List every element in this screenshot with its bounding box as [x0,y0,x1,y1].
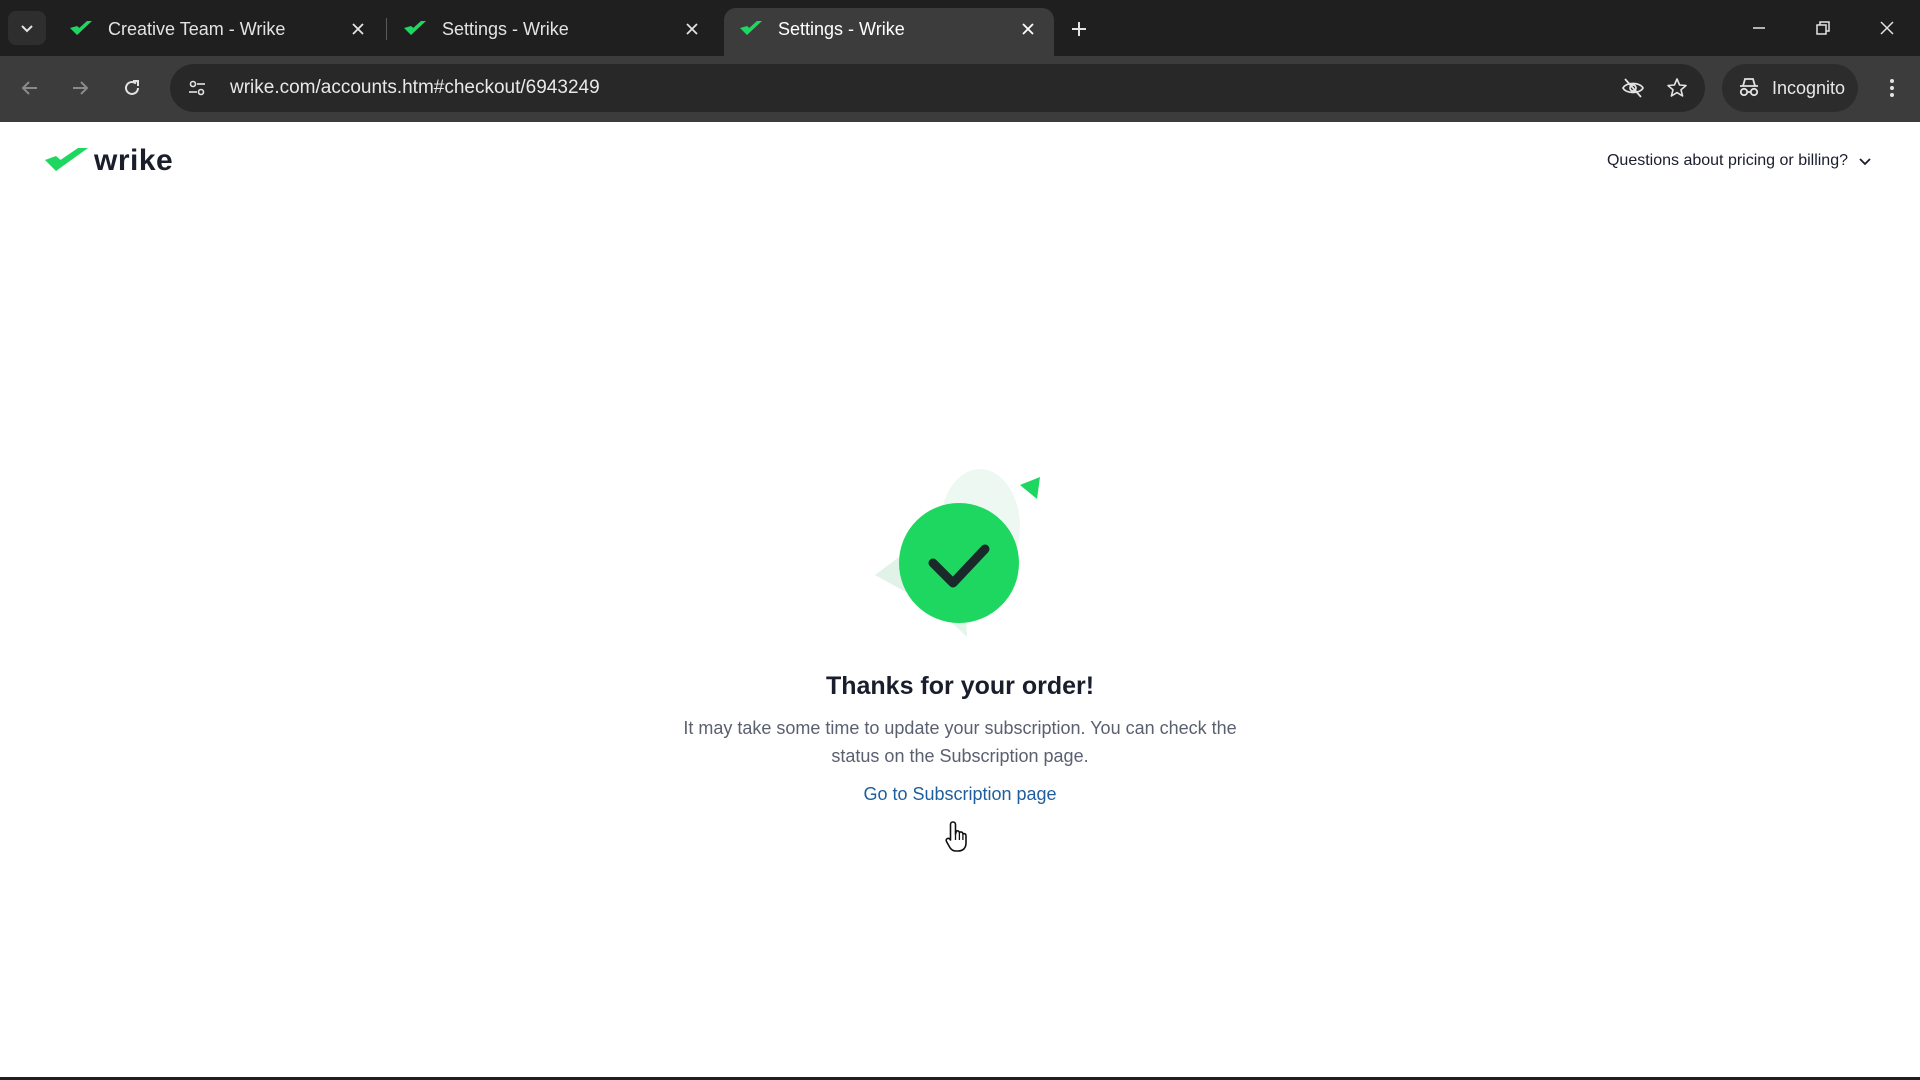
tune-icon [189,80,205,96]
tab-settings-1[interactable]: Settings - Wrike [388,8,718,56]
tab-search-button[interactable] [8,11,46,45]
tab-title: Settings - Wrike [778,18,905,39]
restore-button[interactable] [1794,8,1852,48]
subscription-link-container: Go to Subscription page [0,784,1920,805]
browser-toolbar: wrike.com/accounts.htm#checkout/6943249 … [0,56,1920,122]
forward-button[interactable] [60,68,100,108]
illustration-flag-icon [1020,477,1040,499]
reload-icon [125,80,139,95]
chevron-down-icon [21,25,33,33]
arrow-right-icon [73,81,89,95]
tab-close-icon[interactable] [346,17,370,41]
new-tab-button[interactable] [1062,12,1096,46]
browser-tab-bar: Creative Team - Wrike Settings - Wrike S… [0,0,1920,56]
wrike-favicon-icon [740,21,762,35]
page-content: wrike Questions about pricing or billing… [0,122,1920,1077]
hand-pointer-cursor-icon [945,821,967,852]
minimize-icon [1753,27,1765,29]
tab-close-icon[interactable] [1016,17,1040,41]
order-confirmation-heading: Thanks for your order! [825,672,1095,700]
reload-button[interactable] [112,68,152,108]
close-icon [1880,21,1894,35]
incognito-label: Incognito [1772,77,1846,98]
address-bar[interactable]: wrike.com/accounts.htm#checkout/6943249 [170,64,1705,112]
close-window-button[interactable] [1858,8,1916,48]
restore-icon [1816,21,1830,35]
site-info-button[interactable] [174,65,220,111]
tab-title: Settings - Wrike [442,18,569,39]
tab-separator [386,18,387,40]
browser-menu-button[interactable] [1872,68,1912,108]
eye-off-icon [1622,78,1644,98]
order-confirmation-description: It may take some time to update your sub… [683,718,1237,766]
wrike-logo[interactable]: wrike [44,144,173,178]
incognito-icon [1739,78,1759,97]
incognito-badge[interactable]: Incognito [1722,64,1858,112]
billing-question-label: Questions about pricing or billing? [1606,152,1848,169]
tab-title: Creative Team - Wrike [108,18,286,39]
go-to-subscription-link[interactable]: Go to Subscription page [863,784,1056,804]
bookmark-button[interactable] [1655,68,1699,108]
wrike-favicon-icon [70,21,92,35]
plus-icon [1072,22,1086,36]
tracking-protection-button[interactable] [1611,68,1655,108]
success-rocket-illustration [875,469,1040,637]
billing-questions-dropdown[interactable]: Questions about pricing or billing? [1607,152,1872,170]
success-circle [899,503,1019,623]
minimize-button[interactable] [1730,8,1788,48]
star-icon [1667,78,1687,97]
chevron-down-icon [1859,158,1871,166]
logo-text: wrike [94,144,174,177]
wrike-favicon-icon [404,21,426,35]
tab-settings-active[interactable]: Settings - Wrike [724,8,1054,56]
back-button[interactable] [10,68,50,108]
url-text: wrike.com/accounts.htm#checkout/6943249 [230,77,600,98]
tab-creative-team[interactable]: Creative Team - Wrike [54,8,384,56]
wrike-logo-icon [45,148,88,171]
arrow-left-icon [21,81,37,95]
more-vertical-icon [1890,79,1894,97]
tab-close-icon[interactable] [680,17,704,41]
